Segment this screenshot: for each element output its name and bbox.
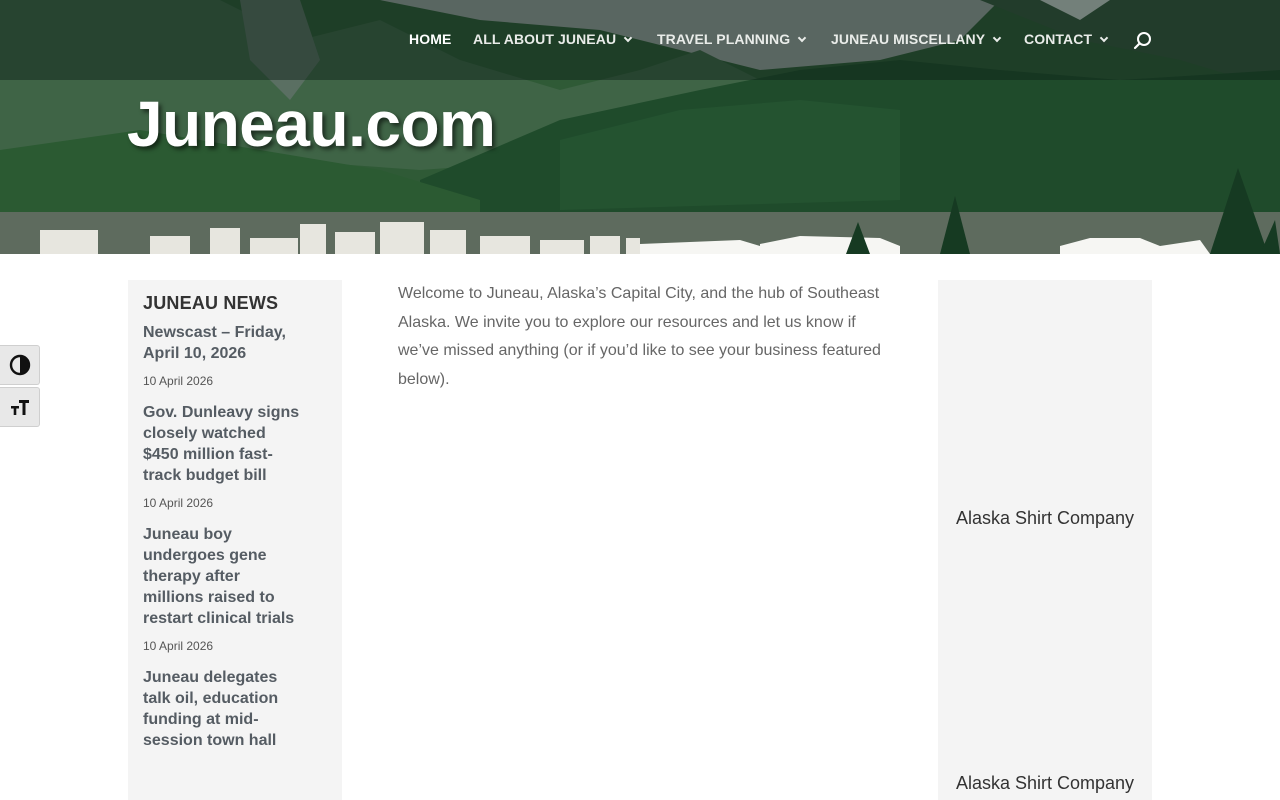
news-link[interactable]: Gov. Dunleavy signs closely watched $450… xyxy=(143,402,301,486)
news-link[interactable]: Juneau boy undergoes gene therapy after … xyxy=(143,524,301,629)
welcome-text: Welcome to Juneau, Alaska’s Capital City… xyxy=(398,285,881,388)
toggle-contrast-button[interactable] xyxy=(0,345,40,385)
search-icon xyxy=(1133,32,1151,50)
ad-link-alaska-shirt-company[interactable]: Alaska Shirt Company xyxy=(938,506,1152,530)
site-title[interactable]: Juneau.com xyxy=(127,86,496,162)
news-link[interactable]: Newscast – Friday, April 10, 2026 xyxy=(143,322,301,364)
business-sidebar: Alaska Shirt Company Alaska Shirt Compan… xyxy=(938,280,1152,800)
nav-home-label: HOME xyxy=(409,31,452,47)
ad-link-alaska-shirt-company[interactable]: Alaska Shirt Company xyxy=(938,771,1152,795)
nav-travel-planning[interactable]: TRAVEL PLANNING xyxy=(657,31,807,49)
juneau-news-widget: JUNEAU NEWS Newscast – Friday, April 10,… xyxy=(128,280,342,800)
chevron-down-icon xyxy=(992,33,1002,43)
nav-all-about-juneau-label: ALL ABOUT JUNEAU xyxy=(473,31,617,47)
news-item: Newscast – Friday, April 10, 2026 10 Apr… xyxy=(143,322,327,388)
nav-contact-label: CONTACT xyxy=(1024,31,1093,47)
nav-juneau-miscellany-label: JUNEAU MISCELLANY xyxy=(831,31,986,47)
news-item: Gov. Dunleavy signs closely watched $450… xyxy=(143,402,327,510)
nav-home[interactable]: HOME xyxy=(409,31,451,49)
nav-all-about-juneau[interactable]: ALL ABOUT JUNEAU xyxy=(473,31,633,49)
accessibility-toolbar xyxy=(0,345,40,429)
chevron-down-icon xyxy=(623,33,633,43)
main-nav: HOME ALL ABOUT JUNEAU TRAVEL PLANNING JU… xyxy=(0,0,1280,80)
news-link[interactable]: Juneau delegates talk oil, education fun… xyxy=(143,667,301,751)
chevron-down-icon xyxy=(1099,33,1109,43)
toggle-font-size-button[interactable] xyxy=(0,387,40,427)
nav-travel-planning-label: TRAVEL PLANNING xyxy=(657,31,791,47)
contrast-icon xyxy=(9,354,30,376)
news-item: Juneau boy undergoes gene therapy after … xyxy=(143,524,327,653)
news-date: 10 April 2026 xyxy=(143,374,214,388)
nav-contact[interactable]: CONTACT xyxy=(1024,31,1109,49)
news-date: 10 April 2026 xyxy=(143,639,214,653)
news-item: Juneau delegates talk oil, education fun… xyxy=(143,667,327,751)
font-resize-icon xyxy=(10,400,29,415)
search-button[interactable] xyxy=(1133,31,1153,51)
chevron-down-icon xyxy=(797,33,807,43)
nav-juneau-miscellany[interactable]: JUNEAU MISCELLANY xyxy=(831,31,1002,49)
hero-banner: HOME ALL ABOUT JUNEAU TRAVEL PLANNING JU… xyxy=(0,0,1280,254)
news-heading: JUNEAU NEWS xyxy=(143,293,279,313)
news-date: 10 April 2026 xyxy=(143,496,214,510)
